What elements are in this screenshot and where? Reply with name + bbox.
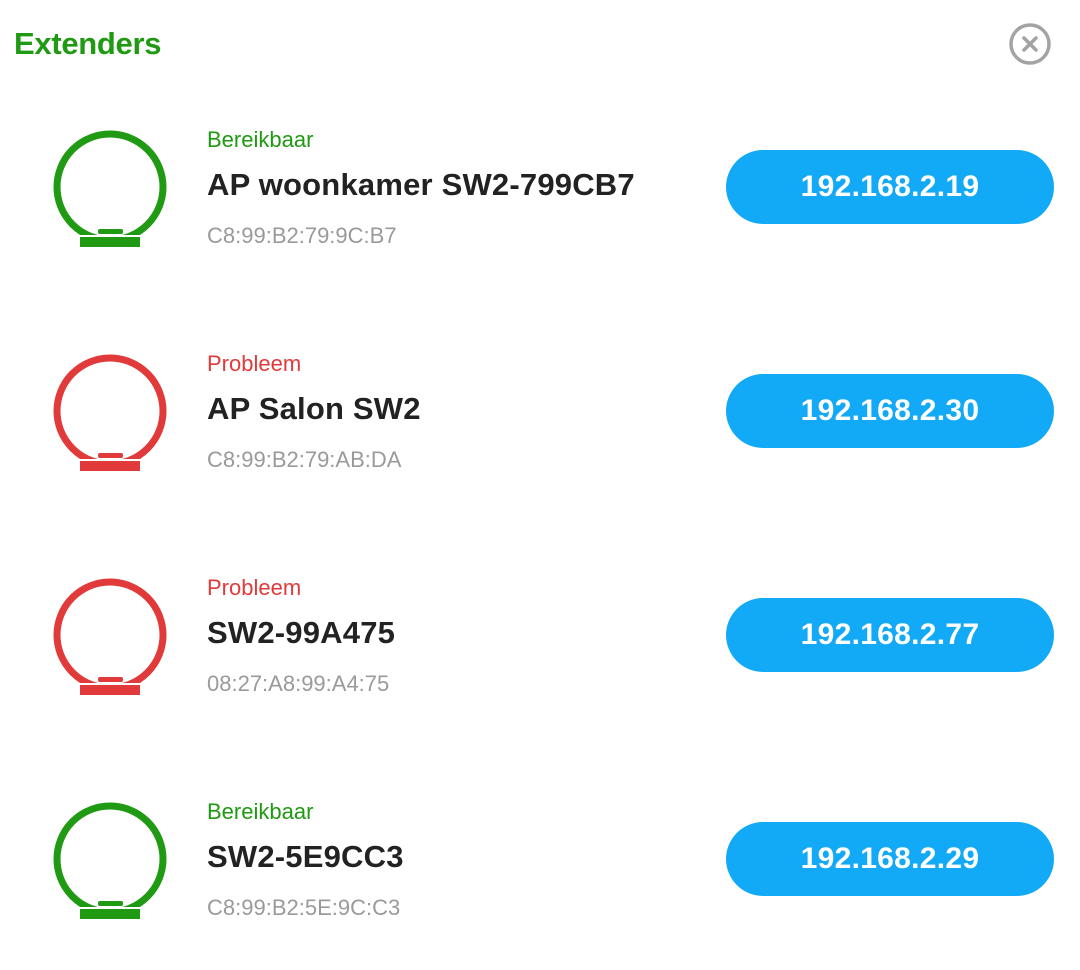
extender-icon: [48, 799, 172, 923]
ip-address-button[interactable]: 192.168.2.77: [726, 598, 1054, 672]
status-label: Bereikbaar: [207, 799, 314, 824]
extender-icon: [48, 127, 172, 251]
status-label: Probleem: [207, 575, 302, 600]
extender-row: Probleem SW2-99A475 08:27:A8:99:A4:75 19…: [0, 575, 1080, 725]
extender-icon: [48, 351, 172, 475]
extender-row: Probleem AP Salon SW2 C8:99:B2:79:AB:DA …: [0, 351, 1080, 501]
device-name: AP woonkamer SW2-799CB7: [207, 167, 635, 202]
extender-icon: [48, 575, 172, 699]
ip-address-button[interactable]: 192.168.2.19: [726, 150, 1054, 224]
status-label: Bereikbaar: [207, 127, 314, 152]
ip-address-button[interactable]: 192.168.2.30: [726, 374, 1054, 448]
device-name: AP Salon SW2: [207, 391, 421, 426]
device-name: SW2-99A475: [207, 615, 396, 650]
mac-address: C8:99:B2:5E:9C:C3: [207, 895, 401, 920]
mac-address: C8:99:B2:79:AB:DA: [207, 447, 402, 472]
extender-row: Bereikbaar AP woonkamer SW2-799CB7 C8:99…: [0, 127, 1080, 277]
device-name: SW2-5E9CC3: [207, 839, 404, 874]
mac-address: 08:27:A8:99:A4:75: [207, 671, 390, 696]
status-label: Probleem: [207, 351, 302, 376]
mac-address: C8:99:B2:79:9C:B7: [207, 223, 397, 248]
ip-address-button[interactable]: 192.168.2.29: [726, 822, 1054, 896]
extender-list: Bereikbaar AP woonkamer SW2-799CB7 C8:99…: [0, 0, 1080, 970]
extender-row: Bereikbaar SW2-5E9CC3 C8:99:B2:5E:9C:C3 …: [0, 799, 1080, 949]
